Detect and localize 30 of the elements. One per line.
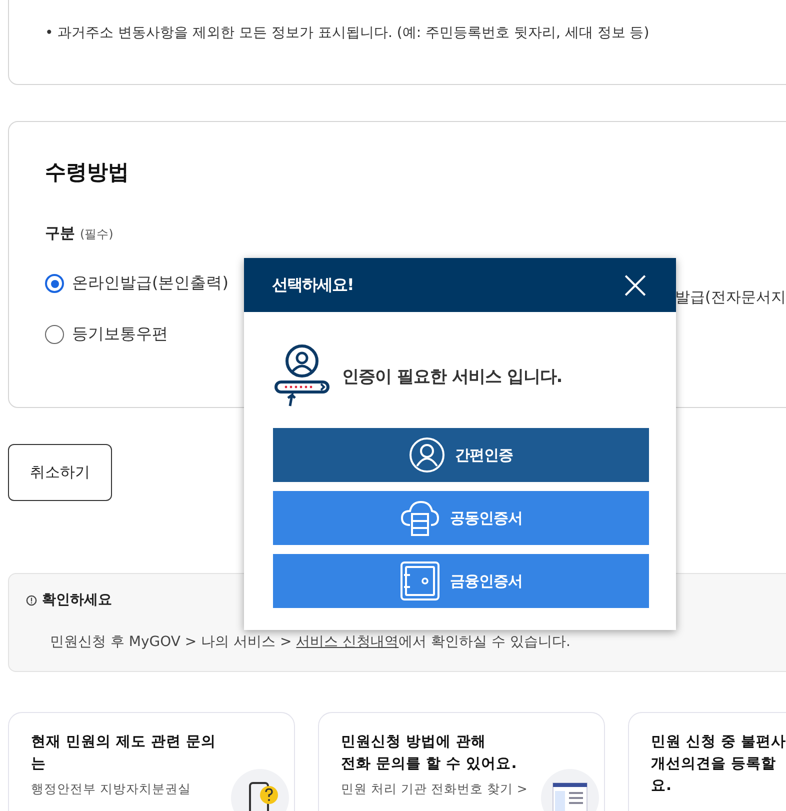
help-card-title: 민원신청 방법에 관해 전화 문의를 할 수 있어요.	[341, 733, 518, 774]
radio-button[interactable]	[45, 274, 64, 293]
section-title: 수령방법	[45, 159, 130, 186]
auth-button[interactable]: 금융인증서	[273, 554, 649, 608]
radio-option[interactable]: 온라인발급(본인출력)	[45, 273, 228, 294]
user-password-icon	[274, 344, 330, 408]
info-note: • 과거주소 변동사항을 제외한 모든 정보가 표시됩니다. (예: 주민등록번호 뒷자리, 세대 정보 등)	[45, 24, 650, 42]
safe-icon	[400, 561, 440, 601]
radio-option-label: 발급(전자문서지	[675, 288, 786, 307]
help-card-title: 현재 민원의 제도 관련 문의 는	[31, 733, 218, 774]
info-icon	[26, 594, 37, 606]
phone-question-icon	[231, 769, 289, 811]
radio-button[interactable]	[45, 325, 64, 344]
help-card-title: 민원 신청 중 불편사 개선의견을 등록할 요.	[651, 733, 786, 796]
help-card-link[interactable]: 행정안전부 지방자치분권실	[31, 781, 294, 798]
field-label: 구분	[45, 224, 75, 243]
history-link[interactable]: 서비스 신청내역	[296, 634, 399, 650]
radio-option[interactable]: 등기보통우편	[45, 324, 168, 345]
cloud-server-icon	[400, 499, 440, 537]
dialog-message: 인증이 필요한 서비스 입니다.	[342, 366, 562, 388]
user-icon	[409, 437, 445, 473]
auth-button[interactable]: 간편인증	[273, 428, 649, 482]
help-card-link[interactable]: 민원 처리 기관 전화번호 찾기 >	[341, 781, 604, 798]
notice-text: 민원신청 후 MyGOV > 나의 서비스 > 서비스 신청내역에서 확인하실 수 있습니다.	[50, 633, 572, 651]
cancel-button[interactable]: 취소하기	[8, 444, 112, 501]
auth-button[interactable]: 공동인증서	[273, 491, 649, 545]
dialog-title: 선택하세요!	[272, 274, 354, 296]
close-button[interactable]: ×	[618, 265, 652, 305]
notice-title: 확인하세요	[42, 591, 112, 609]
required-hint: (필수)	[80, 226, 114, 243]
